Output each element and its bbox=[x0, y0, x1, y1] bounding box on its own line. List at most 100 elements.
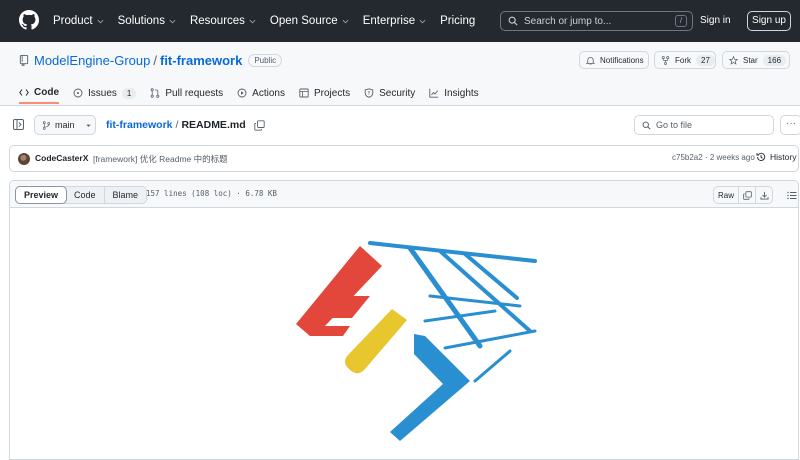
issues-count: 1 bbox=[121, 87, 137, 99]
tab-actions[interactable]: Actions bbox=[237, 82, 285, 104]
nav-pricing[interactable]: Pricing bbox=[440, 15, 475, 27]
history-label: History bbox=[770, 152, 797, 162]
code-icon bbox=[19, 88, 29, 96]
breadcrumb-repo-link[interactable]: fit-framework bbox=[106, 119, 173, 131]
nav-solutions-label: Solutions bbox=[117, 15, 165, 27]
file-actions: Raw bbox=[713, 186, 800, 204]
star-label: Star bbox=[743, 55, 758, 65]
chevron-down-icon bbox=[97, 19, 104, 23]
file-toolbar: Preview Code Blame 157 lines (108 loc) ·… bbox=[10, 181, 798, 208]
code-view-tab[interactable]: Code bbox=[66, 187, 104, 203]
bell-icon bbox=[586, 56, 595, 65]
top-nav: Product Solutions Resources Open Source … bbox=[53, 0, 489, 42]
search-icon bbox=[508, 16, 518, 26]
logo-red-shape bbox=[296, 246, 382, 336]
commit-meta: c75b2a2 · 2 weeks ago bbox=[672, 153, 755, 162]
tab-issues[interactable]: Issues 1 bbox=[73, 82, 137, 104]
tab-insights[interactable]: Insights bbox=[429, 82, 479, 104]
file-navigation: main fit-framework / README.md Go to fil… bbox=[0, 107, 800, 143]
commit-time: 2 weeks ago bbox=[709, 153, 755, 162]
nav-enterprise[interactable]: Enterprise bbox=[363, 15, 426, 27]
tab-security[interactable]: Security bbox=[364, 82, 415, 104]
search-input[interactable]: Search or jump to... / bbox=[500, 11, 693, 31]
nav-product[interactable]: Product bbox=[53, 15, 104, 27]
pull-request-icon bbox=[151, 88, 160, 98]
fork-icon bbox=[661, 55, 670, 65]
sign-in-link[interactable]: Sign in bbox=[700, 0, 731, 42]
file-viewer: Preview Code Blame 157 lines (108 loc) ·… bbox=[9, 180, 799, 460]
star-count: 166 bbox=[762, 54, 787, 66]
raw-button[interactable]: Raw bbox=[713, 186, 739, 204]
chevron-down-icon bbox=[342, 19, 349, 23]
download-button[interactable] bbox=[756, 186, 773, 204]
branch-name: main bbox=[55, 120, 75, 130]
repo-title-separator: / bbox=[153, 53, 157, 68]
nav-solutions[interactable]: Solutions bbox=[118, 15, 176, 27]
sidebar-toggle-icon[interactable] bbox=[13, 119, 24, 130]
tab-actions-label: Actions bbox=[252, 87, 285, 99]
chevron-down-icon bbox=[169, 19, 176, 23]
nav-enterprise-label: Enterprise bbox=[362, 15, 416, 27]
git-branch-icon bbox=[42, 120, 51, 130]
outline-button[interactable] bbox=[783, 186, 800, 204]
copy-raw-button[interactable] bbox=[739, 186, 756, 204]
branch-selector[interactable]: main bbox=[34, 115, 96, 135]
fork-label: Fork bbox=[675, 55, 691, 65]
history-icon bbox=[756, 152, 766, 161]
tab-projects[interactable]: Projects bbox=[299, 82, 350, 104]
sign-up-button[interactable]: Sign up bbox=[747, 11, 791, 31]
breadcrumb-file: README.md bbox=[181, 119, 246, 131]
file-info: 157 lines (108 loc) · 6.78 KB bbox=[146, 189, 277, 198]
logo-blue-bracket bbox=[390, 334, 470, 441]
copy-icon bbox=[742, 190, 752, 200]
tab-insights-label: Insights bbox=[444, 87, 479, 99]
star-icon bbox=[729, 55, 738, 65]
logo-yellow-bar bbox=[345, 309, 407, 374]
caret-down-icon bbox=[85, 124, 91, 127]
commit-message-link[interactable]: [framework] 优化 Readme 中的标题 bbox=[93, 153, 228, 165]
repo-header: ModelEngine-Group / fit-framework Public… bbox=[0, 42, 800, 106]
breadcrumb-separator: / bbox=[175, 119, 179, 131]
search-placeholder: Search or jump to... bbox=[524, 15, 612, 27]
commit-author-link[interactable]: CodeCasterX bbox=[35, 153, 88, 163]
nav-product-label: Product bbox=[53, 15, 93, 27]
preview-tab[interactable]: Preview bbox=[15, 186, 68, 204]
nav-resources-label: Resources bbox=[189, 15, 245, 27]
tab-security-label: Security bbox=[379, 87, 416, 99]
latest-commit-bar: CodeCasterX [framework] 优化 Readme 中的标题 c… bbox=[9, 145, 799, 172]
more-options-button[interactable]: ··· bbox=[780, 115, 800, 135]
nav-resources[interactable]: Resources bbox=[190, 15, 256, 27]
blame-tab[interactable]: Blame bbox=[103, 187, 147, 203]
tab-projects-label: Projects bbox=[313, 87, 351, 99]
nav-open-source[interactable]: Open Source bbox=[270, 15, 349, 27]
chevron-down-icon bbox=[249, 19, 256, 23]
tab-issues-label: Issues bbox=[88, 87, 117, 99]
visibility-badge: Public bbox=[248, 54, 283, 67]
tab-pull-requests[interactable]: Pull requests bbox=[150, 82, 223, 104]
graph-icon bbox=[429, 88, 439, 98]
tab-code[interactable]: Code bbox=[19, 82, 59, 104]
repo-name-link[interactable]: fit-framework bbox=[160, 53, 242, 68]
shield-icon bbox=[364, 88, 374, 98]
tab-pull-requests-label: Pull requests bbox=[165, 87, 224, 99]
commit-sha-link[interactable]: c75b2a2 bbox=[672, 153, 703, 162]
go-to-file-placeholder: Go to file bbox=[656, 120, 693, 130]
history-button[interactable]: History bbox=[756, 152, 796, 162]
notifications-label: Notifications bbox=[600, 55, 644, 65]
chevron-down-icon bbox=[419, 19, 426, 23]
notifications-button[interactable]: Notifications bbox=[579, 51, 649, 69]
go-to-file-input[interactable]: Go to file bbox=[634, 115, 774, 135]
star-button[interactable]: Star 166 bbox=[722, 51, 790, 69]
readme-logo-image bbox=[296, 241, 537, 441]
repo-owner-link[interactable]: ModelEngine-Group bbox=[34, 53, 150, 68]
list-unordered-icon bbox=[787, 191, 797, 199]
copy-icon[interactable] bbox=[253, 119, 265, 131]
fork-button[interactable]: Fork 27 bbox=[654, 51, 716, 69]
search-icon bbox=[642, 121, 651, 130]
avatar[interactable] bbox=[18, 153, 30, 165]
fork-count: 27 bbox=[696, 54, 715, 66]
repo-tabs: Code Issues 1 Pull requests Actions Proj… bbox=[19, 82, 493, 106]
download-icon bbox=[759, 191, 769, 200]
github-logo-icon[interactable] bbox=[19, 10, 39, 30]
